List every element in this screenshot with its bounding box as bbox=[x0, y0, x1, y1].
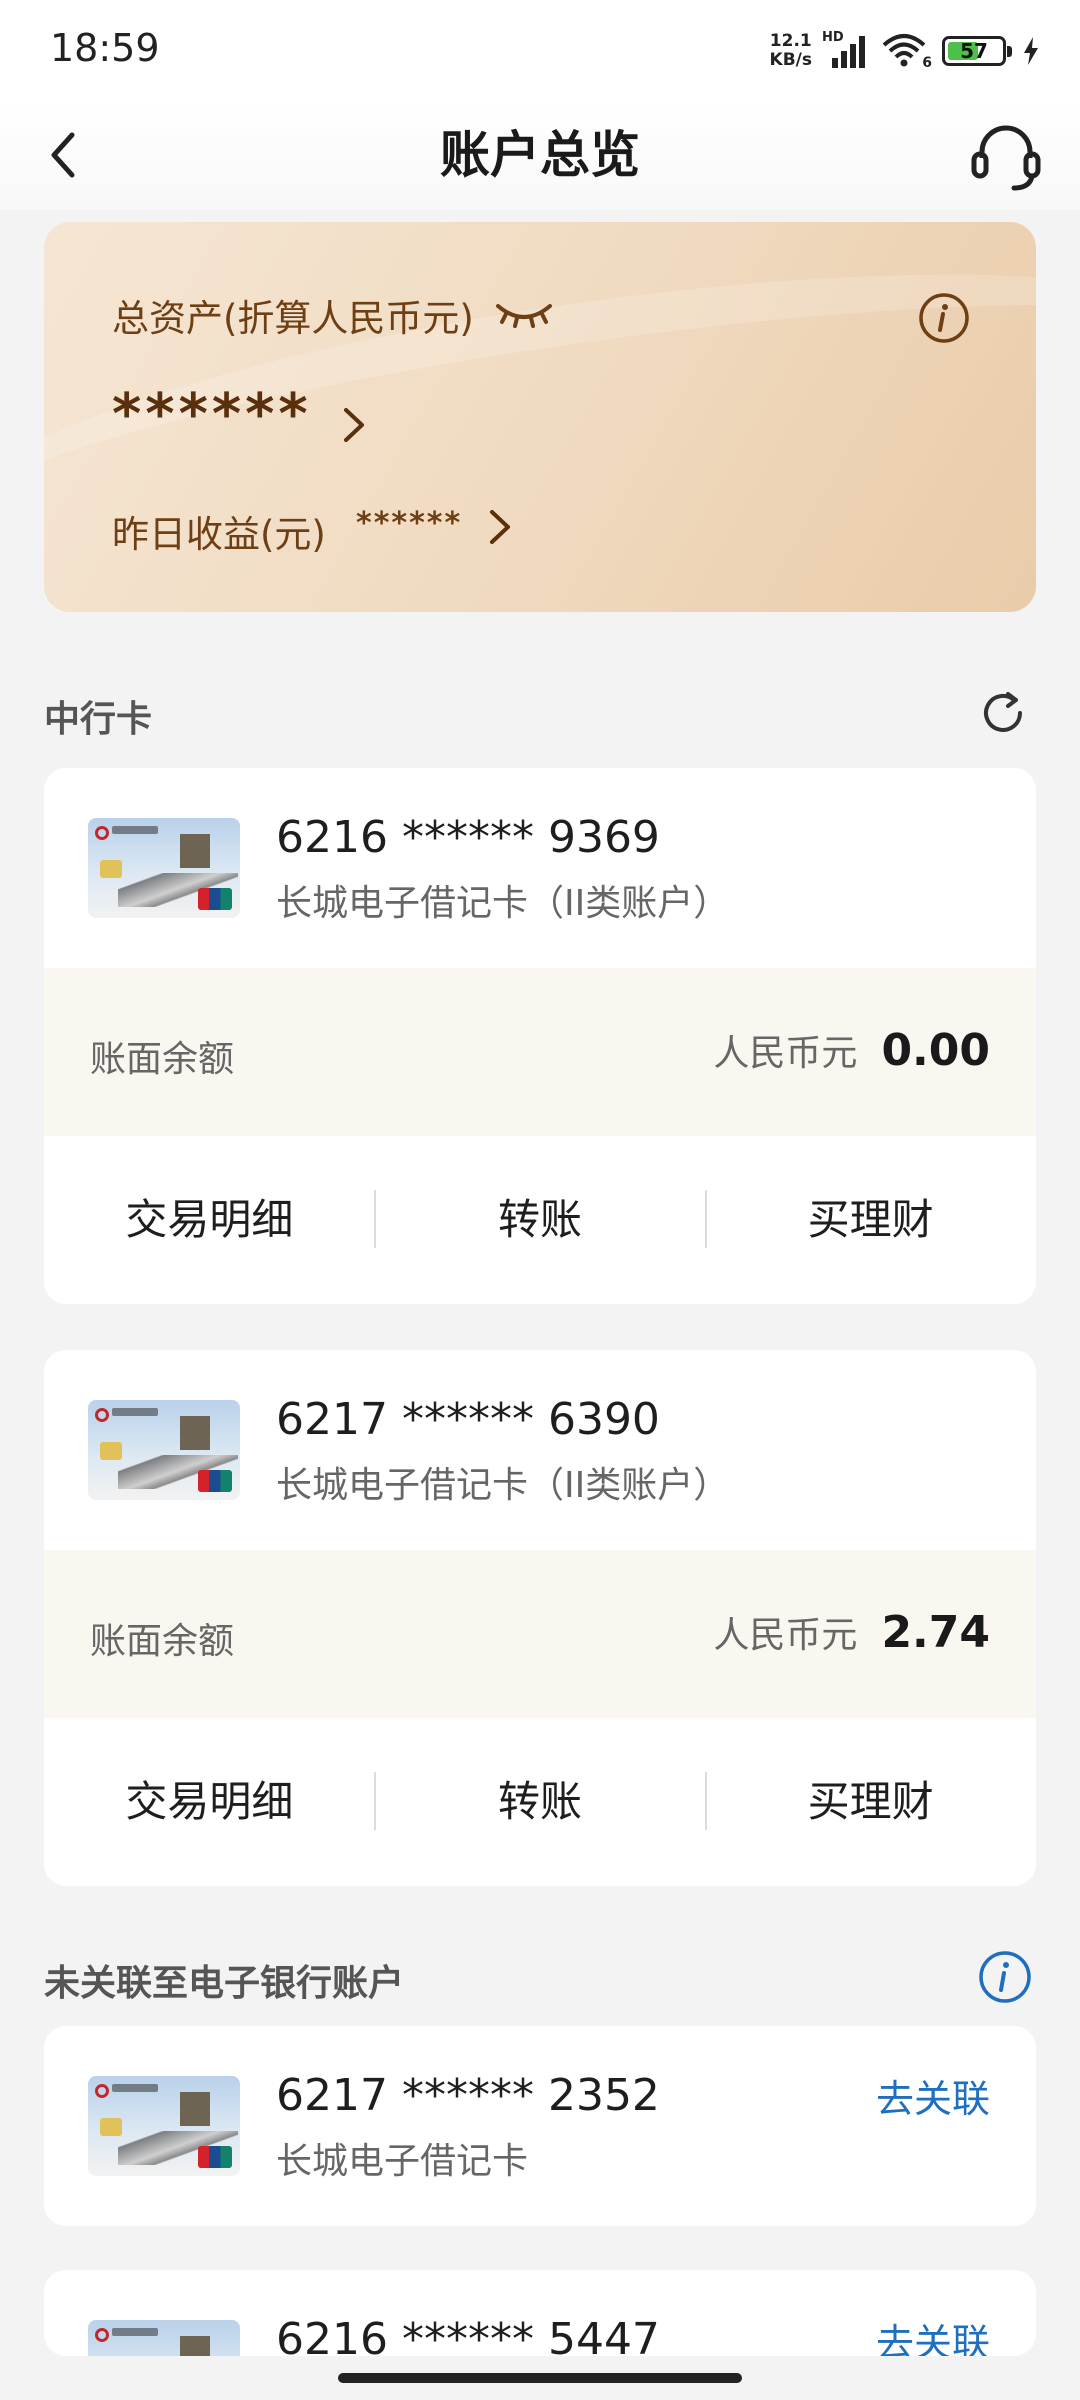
section-title-boc-cards: 中行卡 bbox=[44, 699, 153, 740]
card-header[interactable]: 6216 ****** 9369 长城电子借记卡（II类账户） bbox=[44, 768, 1036, 968]
card-image bbox=[88, 2076, 240, 2176]
card-image bbox=[88, 1400, 240, 1500]
buy-wealth-button[interactable]: 买理财 bbox=[705, 1718, 1036, 1886]
divider bbox=[705, 1190, 707, 1248]
nav-bar: 账户总览 bbox=[0, 100, 1080, 210]
card-number: 6216 ****** 9369 bbox=[276, 812, 660, 863]
total-assets-card: 总资产(折算人民币元) ****** 昨日收益(元) ****** bbox=[44, 222, 1036, 612]
currency-label: 人民币元 bbox=[713, 1615, 858, 1656]
bank-card-1: 6216 ****** 9369 长城电子借记卡（II类账户） 账面余额 人民币… bbox=[44, 768, 1036, 1304]
info-icon[interactable] bbox=[918, 292, 970, 344]
status-time: 18:59 bbox=[50, 26, 160, 70]
link-account-button[interactable]: 去关联 bbox=[876, 2312, 990, 2356]
card-image bbox=[88, 818, 240, 918]
balance-row: 账面余额 人民币元 0.00 bbox=[44, 968, 1036, 1136]
unlinked-card-2: 6216 ****** 5447 去关联 bbox=[44, 2270, 1036, 2356]
divider bbox=[374, 1190, 376, 1248]
card-actions: 交易明细 转账 买理财 bbox=[44, 1136, 1036, 1304]
card-header[interactable]: 6217 ****** 6390 长城电子借记卡（II类账户） bbox=[44, 1350, 1036, 1550]
status-bar: 18:59 12.1 KB/s HD 6 57 bbox=[0, 0, 1080, 100]
card-image bbox=[88, 2320, 240, 2356]
balance-amount: 2.74 bbox=[881, 1607, 990, 1658]
card-type: 长城电子借记卡 bbox=[276, 2141, 529, 2182]
balance-label: 账面余额 bbox=[90, 1039, 235, 1080]
battery-icon: 57 bbox=[942, 36, 1012, 66]
chevron-right-icon[interactable] bbox=[336, 400, 372, 450]
total-assets-value[interactable]: ****** bbox=[112, 382, 312, 447]
card-header: 6216 ****** 5447 去关联 bbox=[44, 2270, 1036, 2356]
card-number: 6217 ****** 2352 bbox=[276, 2070, 660, 2121]
customer-service-button[interactable] bbox=[968, 118, 1044, 194]
headset-icon bbox=[971, 125, 1041, 191]
card-type: 长城电子借记卡（II类账户） bbox=[276, 883, 730, 924]
transfer-button[interactable]: 转账 bbox=[375, 1718, 706, 1886]
card-number: 6216 ****** 5447 bbox=[276, 2314, 660, 2356]
bank-card-2: 6217 ****** 6390 长城电子借记卡（II类账户） 账面余额 人民币… bbox=[44, 1350, 1036, 1886]
card-actions: 交易明细 转账 买理财 bbox=[44, 1718, 1036, 1886]
chevron-right-icon[interactable] bbox=[482, 502, 518, 552]
wifi-icon: 6 bbox=[882, 33, 932, 71]
divider bbox=[374, 1772, 376, 1830]
section-title-unlinked: 未关联至电子银行账户 bbox=[44, 1963, 405, 2004]
refresh-icon[interactable] bbox=[978, 688, 1028, 738]
page-title: 账户总览 bbox=[440, 126, 640, 184]
yesterday-income-value[interactable]: ****** bbox=[356, 506, 462, 541]
charging-icon bbox=[1024, 37, 1038, 65]
currency-label: 人民币元 bbox=[713, 1033, 858, 1074]
total-assets-label: 总资产(折算人民币元) bbox=[112, 297, 474, 340]
transaction-details-button[interactable]: 交易明细 bbox=[44, 1718, 375, 1886]
link-account-button[interactable]: 去关联 bbox=[876, 2068, 990, 2123]
unlinked-card-1: 6217 ****** 2352 长城电子借记卡 去关联 bbox=[44, 2026, 1036, 2226]
balance-amount: 0.00 bbox=[881, 1025, 990, 1076]
eye-closed-icon[interactable] bbox=[494, 298, 554, 328]
balance-label: 账面余额 bbox=[90, 1621, 235, 1662]
home-indicator[interactable] bbox=[338, 2373, 742, 2383]
transaction-details-button[interactable]: 交易明细 bbox=[44, 1136, 375, 1304]
card-number: 6217 ****** 6390 bbox=[276, 1394, 660, 1445]
status-icons: 12.1 KB/s HD 6 57 bbox=[770, 28, 1040, 74]
info-icon[interactable] bbox=[978, 1950, 1032, 2004]
transfer-button[interactable]: 转账 bbox=[375, 1136, 706, 1304]
balance-row: 账面余额 人民币元 2.74 bbox=[44, 1550, 1036, 1718]
divider bbox=[705, 1772, 707, 1830]
yesterday-income-label: 昨日收益(元) bbox=[112, 513, 326, 556]
buy-wealth-button[interactable]: 买理财 bbox=[705, 1136, 1036, 1304]
network-speed: 12.1 KB/s bbox=[769, 31, 812, 70]
card-type: 长城电子借记卡（II类账户） bbox=[276, 1465, 730, 1506]
signal-icon: HD bbox=[822, 30, 872, 68]
card-header: 6217 ****** 2352 长城电子借记卡 去关联 bbox=[44, 2026, 1036, 2226]
